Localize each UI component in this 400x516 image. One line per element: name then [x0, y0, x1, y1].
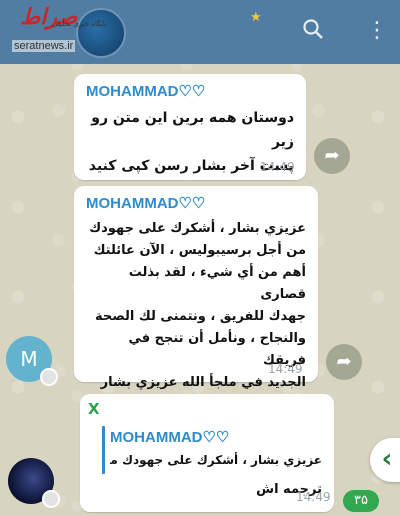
message-sender[interactable]: MOHAMMAD♡♡ — [86, 194, 205, 212]
message-line: جهدك للفريق ، ونتمنى لك الصحة — [94, 309, 306, 324]
online-indicator — [40, 368, 58, 386]
message-bubble[interactable]: MOHAMMAD♡♡ عزيزي بشار ، أشكرك على جهودك … — [74, 186, 318, 390]
more-vert-icon[interactable]: ⋮ — [366, 18, 388, 43]
message-bubble[interactable]: MOHAMMAD♡♡ دوستان همه برین این متن رو زی… — [74, 74, 306, 180]
message-sender[interactable]: MOHAMMAD♡♡ — [86, 82, 205, 100]
message-sender[interactable]: X — [88, 400, 100, 418]
reply-sender[interactable]: MOHAMMAD♡♡ — [110, 428, 229, 446]
reply-bar — [102, 426, 105, 474]
star-icon: ★ — [250, 10, 262, 25]
message-time: 14:49 — [260, 160, 295, 174]
forward-button[interactable]: ➦ — [326, 344, 362, 380]
online-indicator — [42, 490, 60, 508]
message-time: 14:49 — [296, 490, 331, 504]
message-line: عزيزي بشار ، أشكرك على جهودك — [89, 221, 306, 236]
unread-badge: ۳۵ — [343, 490, 379, 512]
forward-button[interactable]: ➦ — [314, 138, 350, 174]
watermark-logo: صراط پایگاه خبری تحلیلی — [6, 4, 126, 40]
message-line: أهم من أي شيء ، لقد بذلت قصارى — [128, 265, 306, 302]
message-line: دوستان همه برین این متن رو زیر — [91, 110, 294, 150]
search-icon[interactable] — [302, 18, 324, 46]
message-line: من أجل برسيبوليس ، الآن عائلتك — [93, 243, 306, 258]
message-text: ترجمه اش — [256, 482, 322, 497]
watermark-url: seratnews.ir — [12, 40, 76, 52]
message-time: 14:49 — [268, 362, 303, 376]
chevron-left-icon: ‹ — [381, 444, 393, 474]
watermark-tagline: پایگاه خبری تحلیلی — [52, 20, 107, 28]
reply-preview[interactable]: عزيزي بشار ، أشكرك على جهودك من أج... — [110, 450, 322, 470]
